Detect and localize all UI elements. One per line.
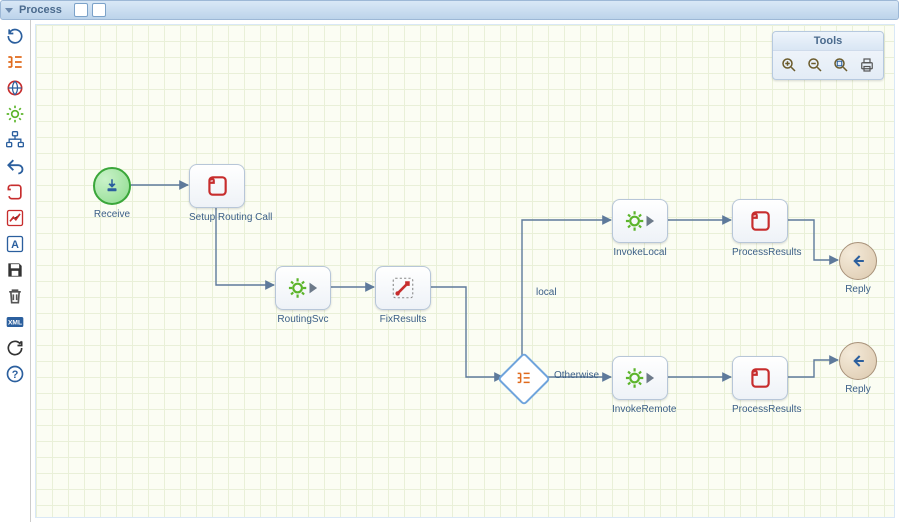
tools-panel: Tools [772,31,884,80]
header-icon-1[interactable] [74,3,88,17]
gear-invoke-icon [612,356,668,400]
canvas-wrap: Tools [35,24,895,518]
process-header: Process [0,0,899,20]
node-decision[interactable] [505,360,543,398]
globe-icon[interactable] [5,78,25,98]
tree-icon[interactable] [5,52,25,72]
reload-icon[interactable] [5,338,25,358]
gear-invoke-icon [612,199,668,243]
header-icons [74,3,106,17]
reply-icon [839,242,877,280]
svg-text:A: A [11,239,19,251]
refresh-icon[interactable] [5,26,25,46]
edge-label-local: local [536,287,557,298]
script-icon [732,199,788,243]
node-fix-results[interactable]: FixResults [375,266,431,325]
edge-label-otherwise: Otherwise [554,370,599,381]
main-row: A XML ? Tools [0,20,899,522]
node-label: ProcessResults [732,247,801,258]
tools-body [773,51,883,79]
node-label: Setup Routing Call [189,212,272,223]
reply-icon [839,342,877,380]
node-invoke-local[interactable]: InvokeLocal [612,199,668,258]
process-title: Process [19,4,62,16]
header-icon-2[interactable] [92,3,106,17]
svg-text:?: ? [12,369,19,381]
connectors [36,25,894,517]
node-label: Reply [839,384,877,395]
text-icon[interactable]: A [5,234,25,254]
collapse-toggle-icon[interactable] [5,8,13,13]
gear-icon[interactable] [5,104,25,124]
fit-icon[interactable] [832,56,850,74]
process-canvas[interactable]: Tools [36,25,894,517]
decision-icon [497,352,551,406]
node-label: ProcessResults [732,404,801,415]
print-icon[interactable] [858,56,876,74]
transform-icon [375,266,431,310]
trash-icon[interactable] [5,286,25,306]
node-reply-top[interactable]: Reply [839,242,877,295]
node-process-results-top[interactable]: ProcessResults [732,199,801,258]
script-icon [189,164,245,208]
palette: A XML ? [0,20,31,522]
node-label: InvokeRemote [612,404,676,415]
node-receive[interactable]: Receive [93,167,131,220]
node-invoke-remote[interactable]: InvokeRemote [612,356,676,415]
node-reply-bottom[interactable]: Reply [839,342,877,395]
node-label: FixResults [375,314,431,325]
script-icon [732,356,788,400]
save-icon[interactable] [5,260,25,280]
chart-icon[interactable] [5,208,25,228]
start-icon [93,167,131,205]
node-label: InvokeLocal [612,247,668,258]
zoom-out-icon[interactable] [806,56,824,74]
node-process-results-bottom[interactable]: ProcessResults [732,356,801,415]
node-routing-svc[interactable]: RoutingSvc [275,266,331,325]
svg-text:XML: XML [8,320,22,327]
script-icon[interactable] [5,182,25,202]
node-label: Receive [93,209,131,220]
node-setup-routing-call[interactable]: Setup Routing Call [189,164,272,223]
gear-invoke-icon [275,266,331,310]
hierarchy-icon[interactable] [5,130,25,150]
node-label: Reply [839,284,877,295]
xml-icon[interactable]: XML [5,312,25,332]
node-label: RoutingSvc [275,314,331,325]
app-root: Process A XML ? [0,0,899,522]
tools-title: Tools [773,32,883,51]
undo-icon[interactable] [5,156,25,176]
help-icon[interactable]: ? [5,364,25,384]
zoom-in-icon[interactable] [780,56,798,74]
